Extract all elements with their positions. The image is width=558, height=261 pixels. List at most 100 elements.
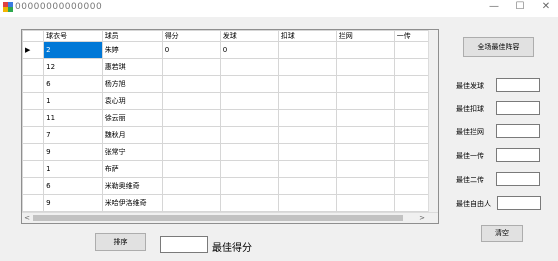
table-cell[interactable]: 6 [43, 177, 103, 195]
minimize-button[interactable]: — [482, 0, 506, 14]
clear-button[interactable]: 清空 [481, 225, 523, 242]
table-cell[interactable] [335, 143, 395, 161]
column-header[interactable]: 扣球 [277, 30, 337, 42]
best-lineup-button[interactable]: 全场最佳阵容 [463, 37, 534, 57]
table-cell[interactable] [277, 177, 337, 195]
table-cell[interactable]: 0 [161, 41, 221, 59]
table-cell[interactable] [161, 143, 221, 161]
column-header[interactable]: 球衣号 [43, 30, 103, 42]
row-header[interactable] [22, 160, 45, 178]
table-cell[interactable] [219, 75, 279, 93]
stat-input[interactable] [496, 148, 540, 162]
table-cell[interactable] [219, 143, 279, 161]
table-cell[interactable] [335, 58, 395, 76]
table-cell[interactable]: 袁心玥 [101, 92, 163, 110]
table-cell[interactable] [161, 126, 221, 144]
table-cell[interactable] [161, 109, 221, 127]
table-cell[interactable] [277, 41, 337, 59]
row-header[interactable] [22, 126, 45, 144]
table-cell[interactable] [277, 143, 337, 161]
table-cell[interactable] [277, 126, 337, 144]
table-cell[interactable] [219, 58, 279, 76]
row-header[interactable] [22, 92, 45, 110]
row-header[interactable] [22, 75, 45, 93]
table-cell[interactable] [335, 160, 395, 178]
table-row[interactable]: 7 魏秋月 [22, 126, 438, 144]
table-cell[interactable] [335, 194, 395, 212]
column-header[interactable]: 球员 [101, 30, 163, 42]
table-cell[interactable] [335, 75, 395, 93]
table-cell[interactable] [219, 109, 279, 127]
sort-button[interactable]: 排序 [95, 233, 146, 251]
column-header[interactable]: 拦网 [335, 30, 395, 42]
table-cell[interactable]: 11 [43, 109, 103, 127]
table-cell[interactable]: 1 [43, 92, 103, 110]
table-row[interactable]: 1 袁心玥 [22, 92, 438, 110]
stat-input[interactable] [496, 78, 540, 92]
table-cell[interactable] [277, 75, 337, 93]
table-cell[interactable]: 魏秋月 [101, 126, 163, 144]
table-cell[interactable] [161, 58, 221, 76]
table-cell[interactable]: 张常宁 [101, 143, 163, 161]
row-header[interactable] [22, 143, 45, 161]
table-cell[interactable] [335, 41, 395, 59]
table-row[interactable]: 1 布萨 [22, 160, 438, 178]
table-cell[interactable] [161, 194, 221, 212]
table-cell[interactable] [219, 194, 279, 212]
table-cell[interactable] [161, 92, 221, 110]
table-cell[interactable]: 1 [43, 160, 103, 178]
table-cell[interactable]: 2 [43, 41, 103, 59]
table-cell[interactable] [219, 126, 279, 144]
table-cell[interactable]: 12 [43, 58, 103, 76]
table-cell[interactable] [335, 109, 395, 127]
vertical-scrollbar[interactable] [428, 30, 438, 213]
table-cell[interactable]: 9 [43, 194, 103, 212]
table-row[interactable]: 11 徐云丽 [22, 109, 438, 127]
table-row[interactable]: 9 米哈伊洛维奇 [22, 194, 438, 212]
player-data-grid[interactable]: 球衣号 球员 得分 发球 扣球 拦网 一传 ▶ 2 朱婷 0 0 12 惠若琪 6 杨方旭 1 袁心玥 11 徐云丽… [21, 29, 439, 224]
table-cell[interactable]: 杨方旭 [101, 75, 163, 93]
table-cell[interactable] [277, 109, 337, 127]
table-row[interactable]: 6 杨方旭 [22, 75, 438, 93]
table-row[interactable]: 12 惠若琪 [22, 58, 438, 76]
table-cell[interactable]: 0 [219, 41, 279, 59]
table-cell[interactable] [335, 92, 395, 110]
table-cell[interactable]: 米勒奥维奇 [101, 177, 163, 195]
best-score-input[interactable] [160, 236, 208, 253]
table-cell[interactable] [161, 75, 221, 93]
horizontal-scrollbar[interactable]: < > [22, 212, 438, 223]
stat-input[interactable] [496, 101, 540, 115]
table-cell[interactable]: 米哈伊洛维奇 [101, 194, 163, 212]
scrollbar-thumb[interactable] [33, 215, 403, 221]
close-button[interactable]: ✕ [534, 0, 558, 14]
table-cell[interactable]: 朱婷 [101, 41, 163, 59]
scroll-left-icon[interactable]: < [22, 213, 32, 223]
row-header[interactable] [22, 58, 45, 76]
table-cell[interactable] [161, 177, 221, 195]
table-cell[interactable] [219, 177, 279, 195]
stat-input[interactable] [497, 196, 541, 210]
column-header[interactable]: 得分 [161, 30, 221, 42]
table-cell[interactable] [219, 160, 279, 178]
row-header[interactable] [22, 177, 45, 195]
table-cell[interactable]: 9 [43, 143, 103, 161]
table-cell[interactable]: 7 [43, 126, 103, 144]
table-cell[interactable] [277, 160, 337, 178]
table-cell[interactable] [335, 126, 395, 144]
table-row[interactable]: 9 张常宁 [22, 143, 438, 161]
column-header[interactable]: 发球 [219, 30, 279, 42]
row-header[interactable]: ▶ [22, 41, 45, 59]
table-cell[interactable]: 徐云丽 [101, 109, 163, 127]
table-cell[interactable]: 惠若琪 [101, 58, 163, 76]
table-cell[interactable] [335, 177, 395, 195]
row-header[interactable] [22, 194, 45, 212]
stat-input[interactable] [496, 172, 540, 186]
table-row[interactable]: ▶ 2 朱婷 0 0 [22, 41, 438, 59]
maximize-button[interactable]: ☐ [508, 0, 532, 14]
table-cell[interactable]: 6 [43, 75, 103, 93]
table-cell[interactable] [277, 194, 337, 212]
table-cell[interactable] [277, 92, 337, 110]
scroll-right-icon[interactable]: > [417, 213, 427, 223]
row-header[interactable] [22, 109, 45, 127]
table-cell[interactable]: 布萨 [101, 160, 163, 178]
